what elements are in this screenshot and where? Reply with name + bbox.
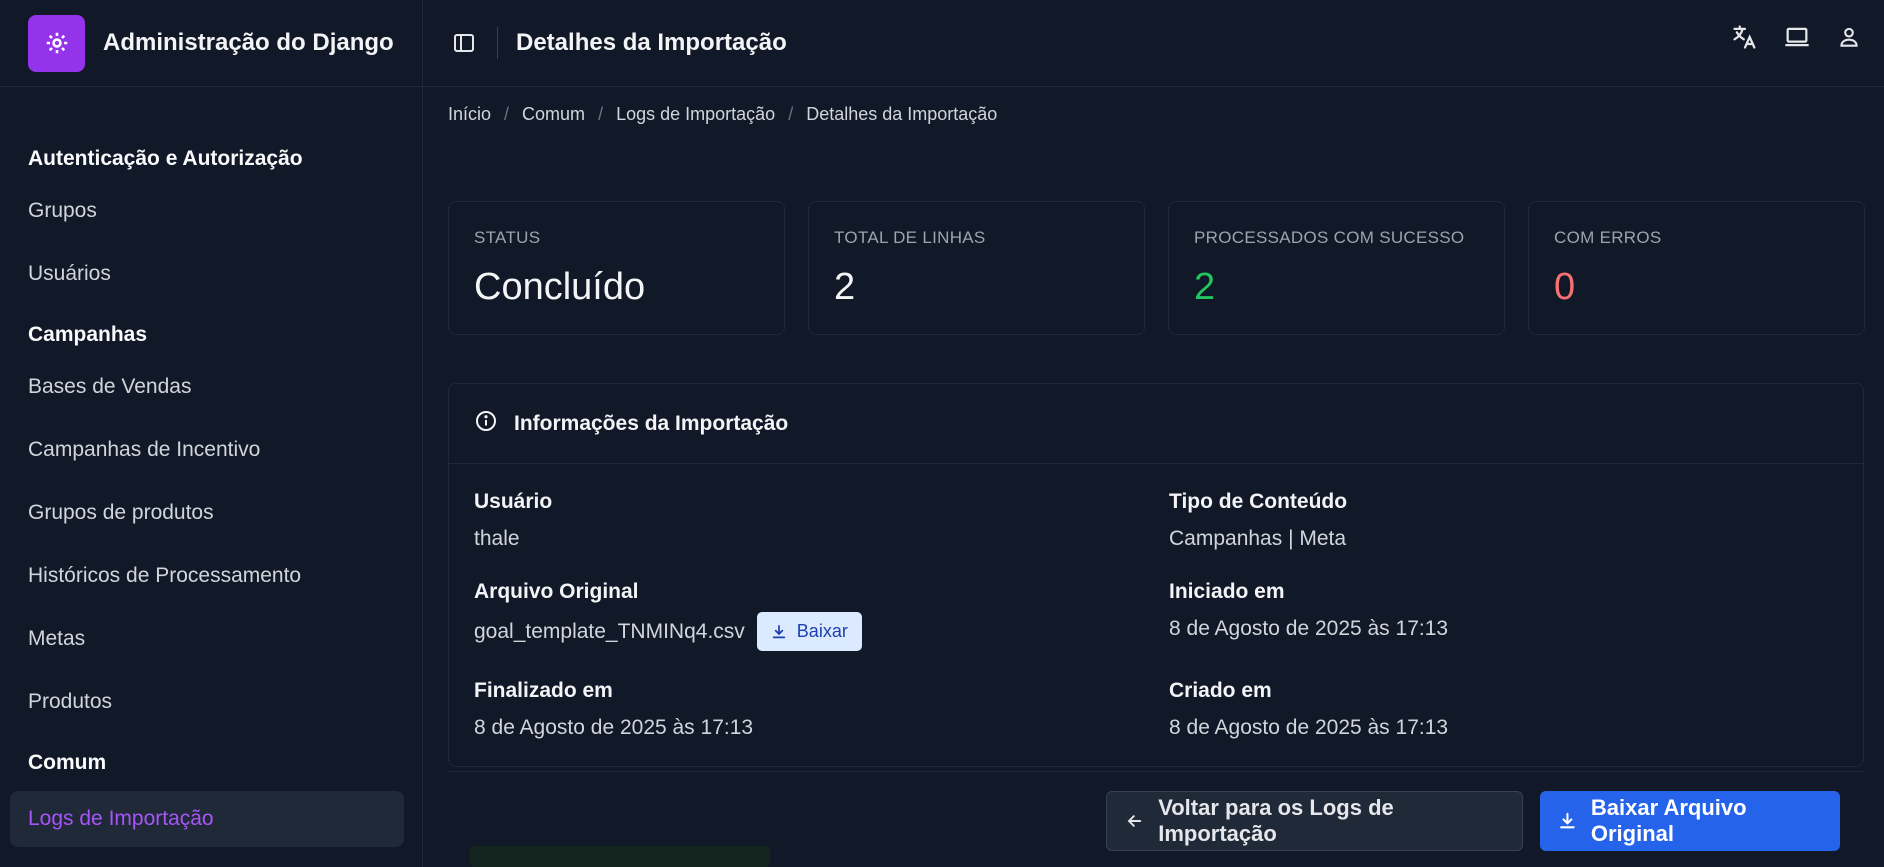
sidebar-item-bases-de-vendas[interactable]: Bases de Vendas [0,355,422,418]
field-value: thale [474,527,520,550]
field-label: Usuário [474,490,553,513]
brand[interactable]: Administração do Django [0,0,422,87]
stat-card-status: STATUS Concluído [448,201,785,335]
stat-value: 2 [834,266,856,308]
stat-card-success: PROCESSADOS COM SUCESSO 2 [1168,201,1505,335]
file-row: goal_template_TNMINq4.csv Baixar [474,612,862,651]
breadcrumb-comum[interactable]: Comum [522,104,585,125]
field-label: Criado em [1169,679,1272,702]
stat-label: PROCESSADOS COM SUCESSO [1194,228,1465,247]
sidebar-item-usuarios[interactable]: Usuários [0,242,422,305]
gear-icon [28,14,85,72]
top-bar: Detalhes da Importação [423,0,1884,87]
stat-value: Concluído [474,266,646,308]
stat-label: STATUS [474,228,541,247]
header-divider [497,27,498,59]
breadcrumb-separator: / [788,104,794,124]
sidebar-toggle-icon[interactable] [449,28,479,58]
back-to-logs-label: Voltar para os Logs de Importação [1158,795,1394,846]
brand-title: Administração do Django [103,29,394,56]
page-title: Detalhes da Importação [516,29,787,56]
sidebar-item-historicos[interactable]: Históricos de Processamento [0,544,422,607]
sidebar-item-metas[interactable]: Metas [0,607,422,670]
nav-section-comum: Comum [28,751,107,774]
nav-section-auth: Autenticação e Autorização [28,147,303,170]
sidebar-item-produtos[interactable]: Produtos [0,670,422,733]
field-usuario: Usuário thale [474,490,552,551]
download-icon [1560,812,1575,829]
field-value: Campanhas | Meta [1169,527,1347,550]
field-value: 8 de Agosto de 2025 às 17:13 [474,716,754,739]
field-label: Tipo de Conteúdo [1169,490,1348,513]
info-card-header: Informações da Importação [449,384,1863,464]
laptop-icon[interactable] [1782,22,1812,52]
breadcrumb-logs[interactable]: Logs de Importação [616,104,775,125]
breadcrumb-inicio[interactable]: Início [448,104,491,125]
field-label: Finalizado em [474,679,613,702]
stat-value: 2 [1194,266,1216,308]
sidebar-item-grupos[interactable]: Grupos [0,179,422,242]
sidebar: Administração do Django Autenticação e A… [0,0,423,867]
sidebar-item-campanhas-de-incentivo[interactable]: Campanhas de Incentivo [0,418,422,481]
stat-value: 0 [1554,266,1576,308]
download-icon [772,624,785,638]
field-label: Arquivo Original [474,580,639,603]
field-criado-em: Criado em 8 de Agosto de 2025 às 17:13 [1169,679,1448,740]
stat-card-errors: COM ERROS 0 [1528,201,1865,335]
sidebar-item-grupos-de-produtos[interactable]: Grupos de produtos [0,481,422,544]
download-original-label: Baixar Arquivo Original [1590,795,1747,846]
actions-divider [448,771,1864,772]
download-original-button[interactable]: Baixar Arquivo Original [1540,791,1840,851]
download-file-label: Baixar [796,621,848,641]
stat-label: TOTAL DE LINHAS [834,228,986,247]
field-tipo-conteudo: Tipo de Conteúdo Campanhas | Meta [1169,490,1347,551]
user-icon[interactable] [1834,22,1864,52]
field-arquivo-original: Arquivo Original goal_template_TNMINq4.c… [474,580,862,651]
field-value: 8 de Agosto de 2025 às 17:13 [1169,716,1449,739]
download-file-button[interactable]: Baixar [756,612,862,651]
translate-icon[interactable] [1730,22,1760,52]
info-card-title: Informações da Importação [514,411,789,435]
back-to-logs-button[interactable]: Voltar para os Logs de Importação [1106,791,1523,851]
info-icon [474,409,498,438]
partially-visible-element [470,846,770,867]
arrow-left-icon [1127,815,1142,827]
breadcrumb-separator: / [504,104,510,124]
breadcrumb-current: Detalhes da Importação [806,104,998,124]
stat-card-total: TOTAL DE LINHAS 2 [808,201,1145,335]
stat-label: COM ERROS [1554,228,1662,247]
field-finalizado-em: Finalizado em 8 de Agosto de 2025 às 17:… [474,679,753,740]
nav-section-campanhas: Campanhas [28,323,148,346]
field-value: 8 de Agosto de 2025 às 17:13 [1169,617,1449,640]
breadcrumb-separator: / [598,104,604,124]
sidebar-item-logs-de-importacao[interactable]: Logs de Importação [10,791,404,847]
field-label: Iniciado em [1169,580,1285,603]
breadcrumb: Início / Comum / Logs de Importação / De… [448,104,997,125]
info-card: Informações da Importação Usuário thale … [448,383,1864,767]
field-iniciado-em: Iniciado em 8 de Agosto de 2025 às 17:13 [1169,580,1448,641]
file-name: goal_template_TNMINq4.csv [474,619,745,643]
